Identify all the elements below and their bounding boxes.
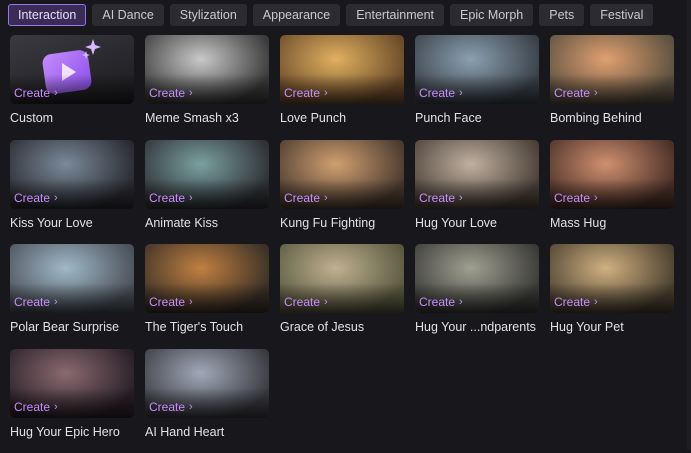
tab-pets[interactable]: Pets — [539, 4, 584, 26]
template-title: Kung Fu Fighting — [280, 216, 404, 230]
chevron-right-icon: › — [189, 401, 193, 413]
template-thumbnail[interactable]: Create› — [10, 349, 134, 418]
template-thumbnail[interactable]: Create› — [550, 35, 674, 104]
template-title: AI Hand Heart — [145, 425, 269, 439]
tab-ai-dance[interactable]: AI Dance — [92, 4, 163, 26]
tab-festival[interactable]: Festival — [590, 4, 653, 26]
template-thumbnail[interactable]: Create› — [10, 244, 134, 313]
chevron-right-icon: › — [54, 192, 58, 204]
template-title: Kiss Your Love — [10, 216, 134, 230]
create-button[interactable]: Create› — [419, 86, 463, 100]
template-card-tigers-touch[interactable]: Create› The Tiger's Touch — [145, 244, 269, 349]
create-button[interactable]: Create› — [14, 295, 58, 309]
tab-epic-morph[interactable]: Epic Morph — [450, 4, 533, 26]
template-title: Custom — [10, 111, 134, 125]
chevron-right-icon: › — [459, 296, 463, 308]
chevron-right-icon: › — [54, 87, 58, 99]
template-card-polar-bear-surprise[interactable]: Create› Polar Bear Surprise — [10, 244, 134, 349]
template-card-grace-of-jesus[interactable]: Create› Grace of Jesus — [280, 244, 404, 349]
create-button[interactable]: Create› — [149, 400, 193, 414]
template-title: Hug Your Pet — [550, 320, 674, 334]
template-title: Animate Kiss — [145, 216, 269, 230]
chevron-right-icon: › — [189, 296, 193, 308]
template-thumbnail[interactable]: Create› — [550, 244, 674, 313]
template-thumbnail[interactable]: Create› — [415, 35, 539, 104]
create-button[interactable]: Create› — [419, 191, 463, 205]
chevron-right-icon: › — [459, 87, 463, 99]
template-card-hug-grandparents[interactable]: Create› Hug Your ...ndparents — [415, 244, 539, 349]
chevron-right-icon: › — [594, 192, 598, 204]
tab-entertainment[interactable]: Entertainment — [346, 4, 444, 26]
create-button[interactable]: Create› — [419, 295, 463, 309]
create-button[interactable]: Create› — [14, 86, 58, 100]
template-title: Grace of Jesus — [280, 320, 404, 334]
chevron-right-icon: › — [189, 87, 193, 99]
chevron-right-icon: › — [324, 296, 328, 308]
template-card-custom[interactable]: Create› Custom — [10, 35, 134, 140]
create-button[interactable]: Create› — [554, 191, 598, 205]
template-title: Hug Your ...ndparents — [415, 320, 539, 334]
scrollbar[interactable] — [687, 0, 691, 450]
tab-appearance[interactable]: Appearance — [253, 4, 340, 26]
template-title: Polar Bear Surprise — [10, 320, 134, 334]
template-card-ai-hand-heart[interactable]: Create› AI Hand Heart — [145, 349, 269, 453]
template-title: Mass Hug — [550, 216, 674, 230]
create-button[interactable]: Create› — [149, 86, 193, 100]
template-card-animate-kiss[interactable]: Create› Animate Kiss — [145, 140, 269, 245]
chevron-right-icon: › — [594, 296, 598, 308]
chevron-right-icon: › — [54, 401, 58, 413]
template-thumbnail[interactable]: Create› — [280, 35, 404, 104]
template-card-meme-smash[interactable]: Create› Meme Smash x3 — [145, 35, 269, 140]
template-title: Bombing Behind — [550, 111, 674, 125]
create-button[interactable]: Create› — [149, 295, 193, 309]
template-thumbnail[interactable]: Create› — [415, 244, 539, 313]
create-button[interactable]: Create› — [554, 86, 598, 100]
template-card-love-punch[interactable]: Create› Love Punch — [280, 35, 404, 140]
tab-stylization[interactable]: Stylization — [170, 4, 247, 26]
create-button[interactable]: Create› — [14, 400, 58, 414]
chevron-right-icon: › — [324, 87, 328, 99]
chevron-right-icon: › — [189, 192, 193, 204]
template-card-hug-your-love[interactable]: Create› Hug Your Love — [415, 140, 539, 245]
template-thumbnail[interactable]: Create› — [145, 35, 269, 104]
template-thumbnail[interactable]: Create› — [415, 140, 539, 209]
template-thumbnail[interactable]: Create› — [280, 244, 404, 313]
category-tabs: Interaction AI Dance Stylization Appeara… — [8, 4, 653, 26]
create-button[interactable]: Create› — [554, 295, 598, 309]
template-thumbnail[interactable]: Create› — [280, 140, 404, 209]
template-card-kiss-your-love[interactable]: Create› Kiss Your Love — [10, 140, 134, 245]
template-card-punch-face[interactable]: Create› Punch Face — [415, 35, 539, 140]
template-thumbnail[interactable]: Create› — [550, 140, 674, 209]
template-card-epic-hero[interactable]: Create› Hug Your Epic Hero — [10, 349, 134, 453]
chevron-right-icon: › — [54, 296, 58, 308]
create-button[interactable]: Create› — [284, 191, 328, 205]
template-thumbnail[interactable]: Create› — [145, 244, 269, 313]
tab-interaction[interactable]: Interaction — [8, 4, 86, 26]
template-card-mass-hug[interactable]: Create› Mass Hug — [550, 140, 674, 245]
create-button[interactable]: Create› — [14, 191, 58, 205]
chevron-right-icon: › — [324, 192, 328, 204]
template-card-hug-your-pet[interactable]: Create› Hug Your Pet — [550, 244, 674, 349]
create-button[interactable]: Create› — [284, 86, 328, 100]
template-title: The Tiger's Touch — [145, 320, 269, 334]
create-button[interactable]: Create› — [149, 191, 193, 205]
template-card-bombing-behind[interactable]: Create› Bombing Behind — [550, 35, 674, 140]
chevron-right-icon: › — [459, 192, 463, 204]
template-thumbnail[interactable]: Create› — [145, 349, 269, 418]
template-thumbnail[interactable]: Create› — [10, 35, 134, 104]
template-title: Hug Your Love — [415, 216, 539, 230]
template-title: Hug Your Epic Hero — [10, 425, 134, 439]
template-thumbnail[interactable]: Create› — [145, 140, 269, 209]
template-grid: Create› Custom Create› Meme Smash x3 Cre… — [10, 35, 674, 453]
template-title: Punch Face — [415, 111, 539, 125]
template-thumbnail[interactable]: Create› — [10, 140, 134, 209]
template-title: Love Punch — [280, 111, 404, 125]
template-title: Meme Smash x3 — [145, 111, 269, 125]
template-card-kung-fu-fighting[interactable]: Create› Kung Fu Fighting — [280, 140, 404, 245]
chevron-right-icon: › — [594, 87, 598, 99]
create-button[interactable]: Create› — [284, 295, 328, 309]
